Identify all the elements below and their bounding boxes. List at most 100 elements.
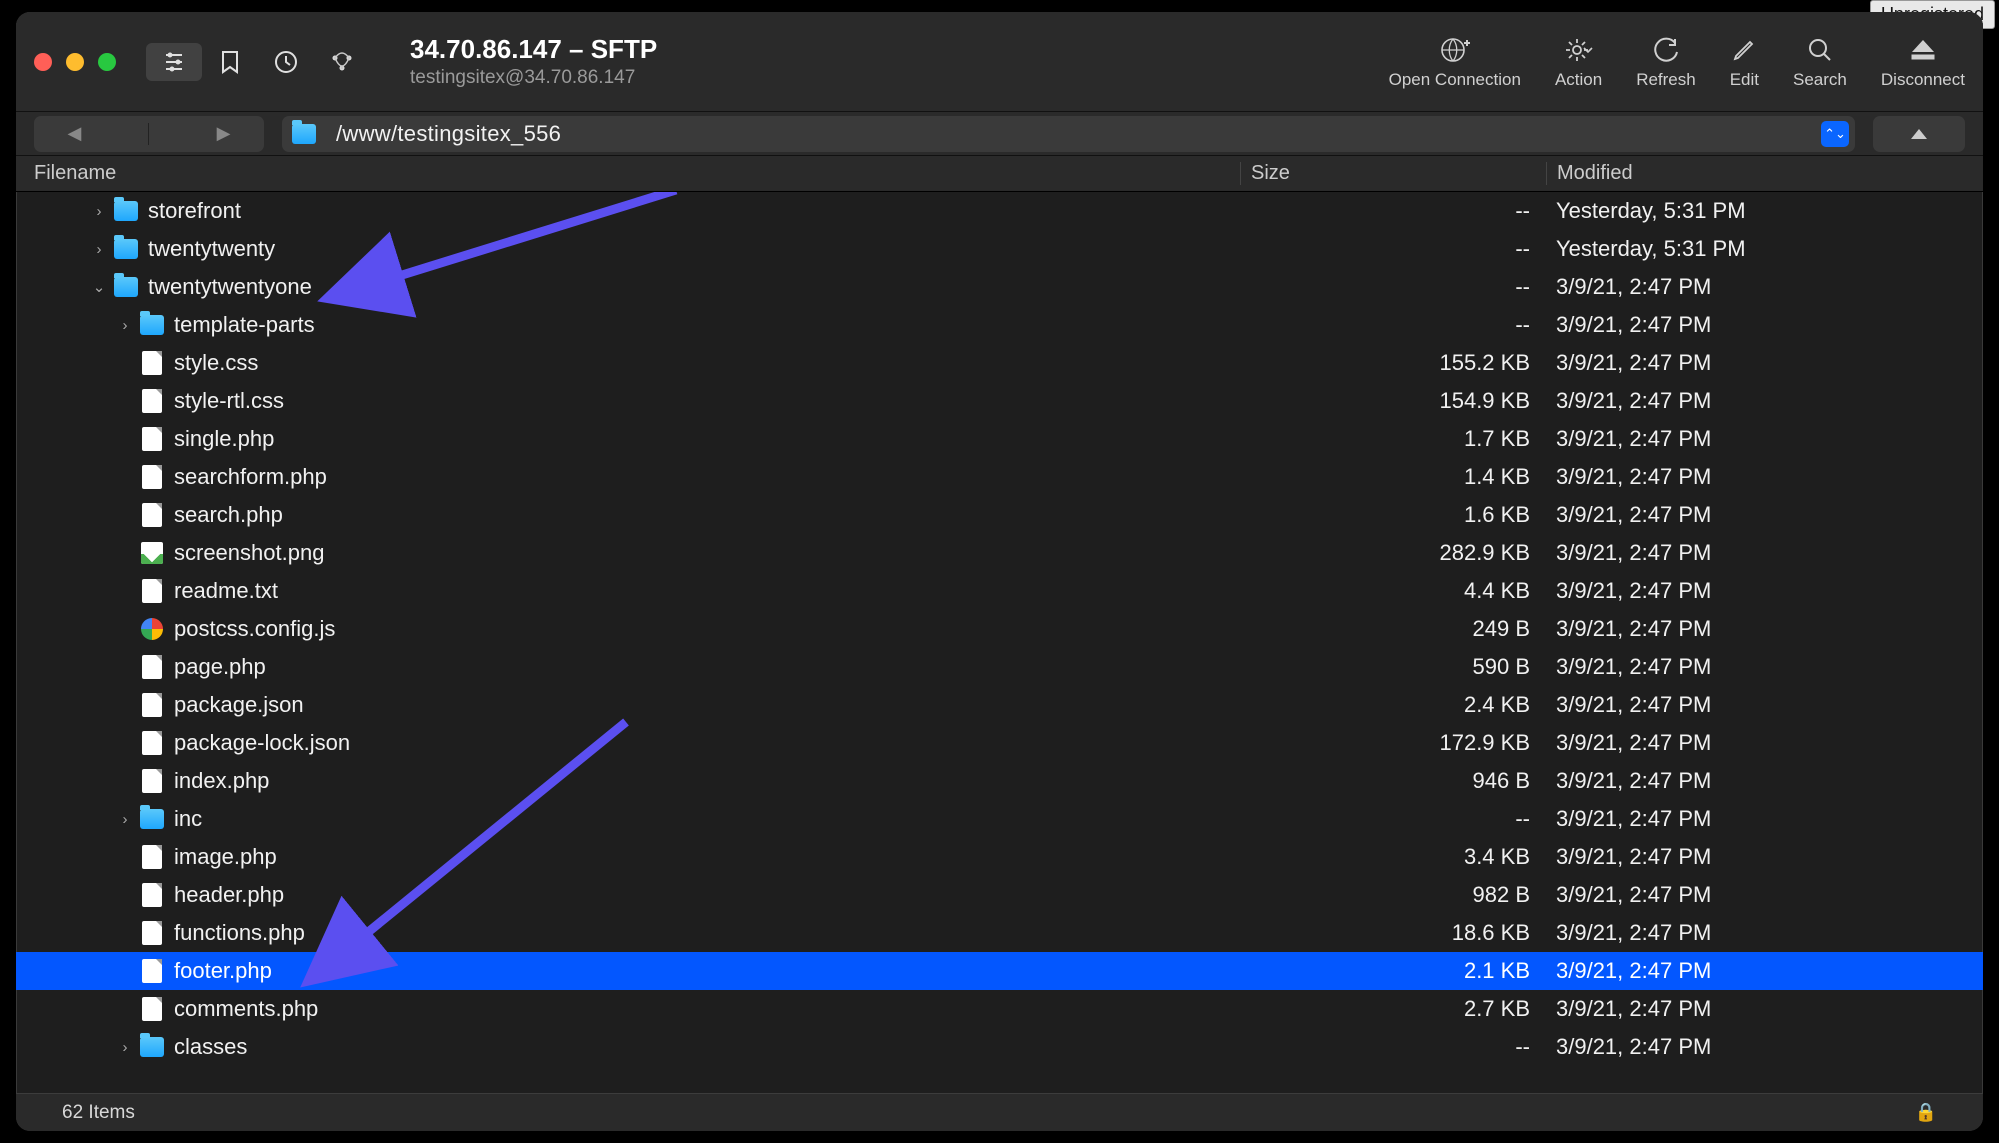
file-size: 155.2 KB (1240, 350, 1546, 376)
file-row[interactable]: footer.php2.1 KB3/9/21, 2:47 PM (16, 952, 1983, 990)
file-row[interactable]: ›inc--3/9/21, 2:47 PM (16, 800, 1983, 838)
view-mode-history[interactable] (258, 43, 314, 81)
file-modified: 3/9/21, 2:47 PM (1546, 350, 1983, 376)
file-size: 18.6 KB (1240, 920, 1546, 946)
file-size: -- (1240, 806, 1546, 832)
window-controls (34, 53, 116, 71)
disconnect-button[interactable]: Disconnect (1881, 34, 1965, 90)
file-row[interactable]: ⌄twentytwentyone--3/9/21, 2:47 PM (16, 268, 1983, 306)
column-modified[interactable]: Modified (1546, 162, 1983, 185)
file-name: twentytwentyone (148, 274, 312, 300)
file-row[interactable]: style-rtl.css154.9 KB3/9/21, 2:47 PM (16, 382, 1983, 420)
file-icon (140, 731, 164, 755)
nav-back-button[interactable]: ◀ (68, 123, 82, 144)
file-name: index.php (174, 768, 269, 794)
go-up-button[interactable] (1873, 116, 1965, 152)
file-size: 4.4 KB (1240, 578, 1546, 604)
file-modified: 3/9/21, 2:47 PM (1546, 882, 1983, 908)
file-name: readme.txt (174, 578, 278, 604)
file-modified: 3/9/21, 2:47 PM (1546, 540, 1983, 566)
file-row[interactable]: ›classes--3/9/21, 2:47 PM (16, 1028, 1983, 1062)
toolbar-label: Disconnect (1881, 70, 1965, 90)
path-field[interactable]: /www/testingsitex_556 ⌃⌄ (282, 116, 1855, 152)
file-row[interactable]: ›storefront--Yesterday, 5:31 PM (16, 192, 1983, 230)
view-mode-bonjour[interactable] (314, 43, 370, 81)
disclosure-triangle[interactable]: › (92, 241, 106, 258)
file-size: 249 B (1240, 616, 1546, 642)
file-row[interactable]: page.php590 B3/9/21, 2:47 PM (16, 648, 1983, 686)
path-dropdown-button[interactable]: ⌃⌄ (1821, 121, 1849, 147)
file-modified: 3/9/21, 2:47 PM (1546, 920, 1983, 946)
lock-icon: 🔒 (1915, 1102, 1937, 1123)
view-mode-bookmarks[interactable] (202, 43, 258, 81)
disclosure-triangle[interactable]: › (118, 1039, 132, 1056)
file-size: 982 B (1240, 882, 1546, 908)
file-name: twentytwenty (148, 236, 275, 262)
close-window-button[interactable] (34, 53, 52, 71)
edit-button[interactable]: Edit (1730, 34, 1759, 90)
file-row[interactable]: searchform.php1.4 KB3/9/21, 2:47 PM (16, 458, 1983, 496)
action-button[interactable]: Action (1555, 34, 1602, 90)
file-row[interactable]: screenshot.png282.9 KB3/9/21, 2:47 PM (16, 534, 1983, 572)
file-row[interactable]: readme.txt 4.4 KB3/9/21, 2:47 PM (16, 572, 1983, 610)
file-modified: Yesterday, 5:31 PM (1546, 198, 1983, 224)
file-icon (140, 959, 164, 983)
file-row[interactable]: functions.php18.6 KB3/9/21, 2:47 PM (16, 914, 1983, 952)
toolbar-label: Search (1793, 70, 1847, 90)
refresh-button[interactable]: Refresh (1636, 34, 1696, 90)
file-name: search.php (174, 502, 283, 528)
file-size: 3.4 KB (1240, 844, 1546, 870)
toolbar-label: Refresh (1636, 70, 1696, 90)
file-icon (140, 351, 164, 375)
file-list[interactable]: ›storefront--Yesterday, 5:31 PM›twentytw… (16, 192, 1983, 1062)
file-icon (140, 921, 164, 945)
file-size: -- (1240, 1034, 1546, 1060)
file-name: comments.php (174, 996, 318, 1022)
file-icon (140, 693, 164, 717)
file-row[interactable]: style.css155.2 KB3/9/21, 2:47 PM (16, 344, 1983, 382)
folder-icon (140, 807, 164, 831)
file-row[interactable]: search.php1.6 KB3/9/21, 2:47 PM (16, 496, 1983, 534)
column-filename[interactable]: Filename (16, 162, 1240, 185)
file-modified: 3/9/21, 2:47 PM (1546, 312, 1983, 338)
status-item-count: 62 Items (62, 1102, 135, 1124)
column-size[interactable]: Size (1240, 162, 1546, 185)
file-row[interactable]: header.php982 B3/9/21, 2:47 PM (16, 876, 1983, 914)
file-row[interactable]: image.php3.4 KB3/9/21, 2:47 PM (16, 838, 1983, 876)
file-row[interactable]: package-lock.json172.9 KB3/9/21, 2:47 PM (16, 724, 1983, 762)
file-icon (140, 427, 164, 451)
file-modified: 3/9/21, 2:47 PM (1546, 996, 1983, 1022)
file-row[interactable]: ›template-parts--3/9/21, 2:47 PM (16, 306, 1983, 344)
sliders-icon (162, 51, 186, 73)
pencil-icon (1731, 37, 1757, 63)
bookmark-icon (219, 50, 241, 74)
column-headers: Filename Size Modified (16, 156, 1983, 192)
disclosure-triangle[interactable]: › (118, 811, 132, 828)
file-icon (140, 503, 164, 527)
gear-icon (1564, 37, 1594, 63)
file-row[interactable]: postcss.config.js249 B3/9/21, 2:47 PM (16, 610, 1983, 648)
file-modified: 3/9/21, 2:47 PM (1546, 388, 1983, 414)
zoom-window-button[interactable] (98, 53, 116, 71)
file-icon (140, 389, 164, 413)
nav-forward-button[interactable]: ▶ (217, 123, 231, 144)
file-row[interactable]: single.php1.7 KB3/9/21, 2:47 PM (16, 420, 1983, 458)
open-connection-button[interactable]: Open Connection (1389, 34, 1521, 90)
folder-icon (292, 122, 316, 146)
disclosure-triangle[interactable]: › (92, 203, 106, 220)
file-row[interactable]: ›twentytwenty--Yesterday, 5:31 PM (16, 230, 1983, 268)
view-mode-browser[interactable] (146, 43, 202, 81)
file-name: searchform.php (174, 464, 327, 490)
disclosure-triangle[interactable]: › (118, 317, 132, 334)
file-row[interactable]: index.php946 B3/9/21, 2:47 PM (16, 762, 1983, 800)
file-name: footer.php (174, 958, 272, 984)
window-title: 34.70.86.147 – SFTP (410, 34, 657, 65)
file-row[interactable]: package.json2.4 KB3/9/21, 2:47 PM (16, 686, 1983, 724)
search-button[interactable]: Search (1793, 34, 1847, 90)
window-subtitle: testingsitex@34.70.86.147 (410, 67, 657, 89)
disclosure-triangle[interactable]: ⌄ (92, 278, 106, 296)
file-modified: 3/9/21, 2:47 PM (1546, 578, 1983, 604)
file-row[interactable]: comments.php2.7 KB3/9/21, 2:47 PM (16, 990, 1983, 1028)
minimize-window-button[interactable] (66, 53, 84, 71)
nav-history-buttons: ◀ ▶ (34, 116, 264, 152)
